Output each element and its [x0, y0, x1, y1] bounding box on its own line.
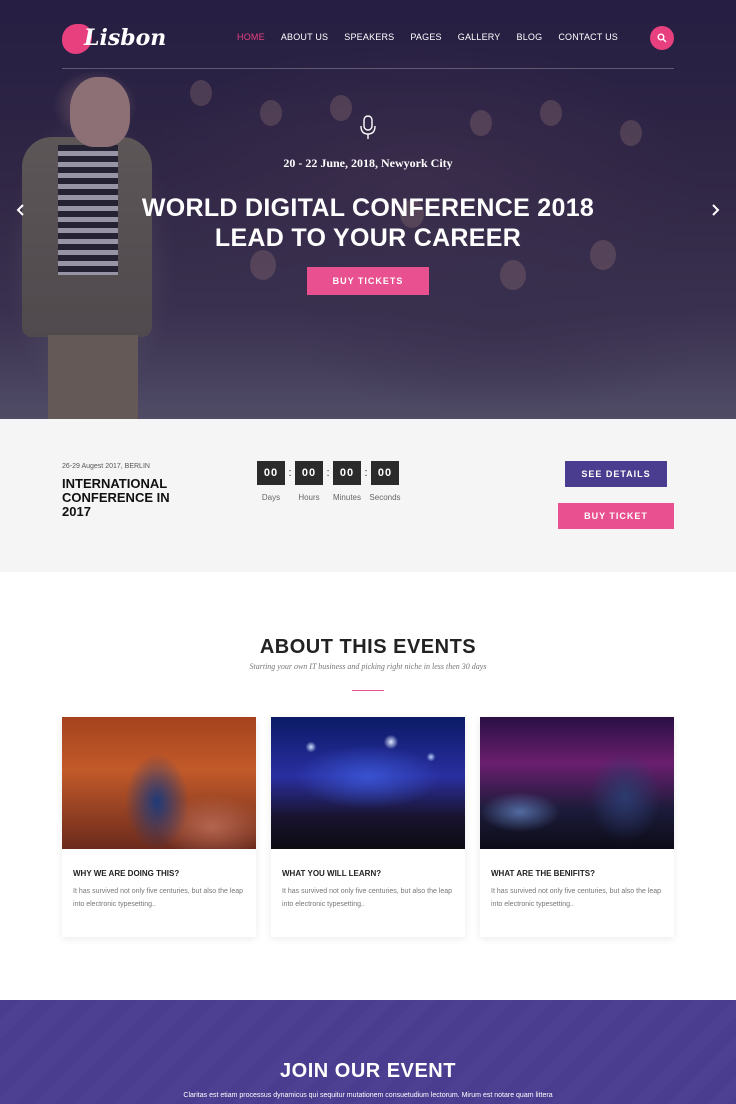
hero-section: Lisbon HOME ABOUT US SPEAKERS PAGES GALL… [0, 0, 736, 419]
join-text: Claritas est etiam processus dynamicus q… [183, 1092, 553, 1099]
countdown-days: 00 Days [257, 461, 285, 502]
countdown-value: 00 [295, 461, 323, 485]
countdown-hours: 00 Hours [295, 461, 323, 502]
search-icon [657, 33, 667, 43]
card-title: WHAT YOU WILL LEARN? [282, 869, 382, 878]
card-text: It has survived not only five centuries,… [282, 888, 453, 908]
feature-card[interactable]: WHY WE ARE DOING THIS? It has survived n… [62, 717, 256, 937]
hero-title-line-2: LEAD TO YOUR CAREER [214, 224, 522, 252]
card-title: WHAT ARE THE BENIFITS? [491, 869, 595, 878]
navbar: Lisbon HOME ABOUT US SPEAKERS PAGES GALL… [62, 18, 674, 58]
event-date-location: 26-29 Augest 2017, BERLIN [62, 463, 150, 470]
card-image [480, 717, 674, 849]
join-title: JOIN OUR EVENT [280, 1060, 456, 1082]
nav-item-home[interactable]: HOME [229, 32, 273, 42]
buy-tickets-button[interactable]: BUY TICKETS [307, 267, 429, 295]
event-countdown-section: 26-29 Augest 2017, BERLIN INTERNATIONAL … [0, 419, 736, 572]
nav-item-blog[interactable]: BLOG [509, 32, 551, 42]
countdown-value: 00 [371, 461, 399, 485]
nav-item-pages[interactable]: PAGES [402, 32, 449, 42]
countdown-separator: : [288, 467, 292, 479]
countdown-separator: : [364, 467, 368, 479]
nav-menu: HOME ABOUT US SPEAKERS PAGES GALLERY BLO… [229, 32, 626, 42]
nav-item-contact-us[interactable]: CONTACT US [550, 32, 626, 42]
countdown-timer: 00 Days : 00 Hours : 00 Minutes : 00 Sec… [257, 461, 401, 502]
nav-item-gallery[interactable]: GALLERY [450, 32, 509, 42]
event-name: INTERNATIONAL CONFERENCE IN 2017 [62, 476, 170, 519]
feature-card[interactable]: WHAT ARE THE BENIFITS? It has survived n… [480, 717, 674, 937]
card-text: It has survived not only five centuries,… [491, 888, 662, 908]
section-title: ABOUT THIS EVENTS [259, 636, 477, 658]
countdown-label: Minutes [332, 493, 361, 502]
countdown-minutes: 00 Minutes [333, 461, 361, 502]
countdown-label: Seconds [369, 493, 401, 502]
title-divider [352, 690, 384, 691]
countdown-seconds: 00 Seconds [369, 461, 401, 502]
hero-date: 20 - 22 June, 2018, Newyork City [283, 156, 453, 170]
card-image [62, 717, 256, 849]
card-title: WHY WE ARE DOING THIS? [73, 869, 180, 878]
countdown-separator: : [326, 467, 330, 479]
feature-card[interactable]: WHAT YOU WILL LEARN? It has survived not… [271, 717, 465, 937]
countdown-value: 00 [333, 461, 361, 485]
countdown-label: Hours [298, 493, 320, 502]
logo-text: Lisbon [84, 25, 167, 51]
card-image [271, 717, 465, 849]
buy-ticket-button[interactable]: BUY TICKET [558, 503, 674, 529]
about-section: ABOUT THIS EVENTS Starting your own IT b… [0, 572, 736, 1000]
search-button[interactable] [650, 26, 674, 50]
see-details-button[interactable]: SEE DETAILS [565, 461, 667, 487]
nav-item-speakers[interactable]: SPEAKERS [336, 32, 402, 42]
countdown-label: Days [261, 493, 281, 502]
hero-content: 20 - 22 June, 2018, Newyork City WORLD D… [0, 115, 736, 295]
nav-item-about-us[interactable]: ABOUT US [273, 32, 336, 42]
hero-title-line-1: WORLD DIGITAL CONFERENCE 2018 [141, 194, 595, 222]
join-section: JOIN OUR EVENT Claritas est etiam proces… [0, 1000, 736, 1104]
countdown-value: 00 [257, 461, 285, 485]
nav-divider [62, 68, 674, 69]
hero-title: WORLD DIGITAL CONFERENCE 2018 LEAD TO YO… [0, 193, 736, 253]
card-text: It has survived not only five centuries,… [73, 888, 244, 908]
microphone-icon [360, 115, 376, 139]
logo[interactable]: Lisbon [62, 22, 166, 54]
section-subtitle: Starting your own IT business and pickin… [249, 662, 487, 671]
